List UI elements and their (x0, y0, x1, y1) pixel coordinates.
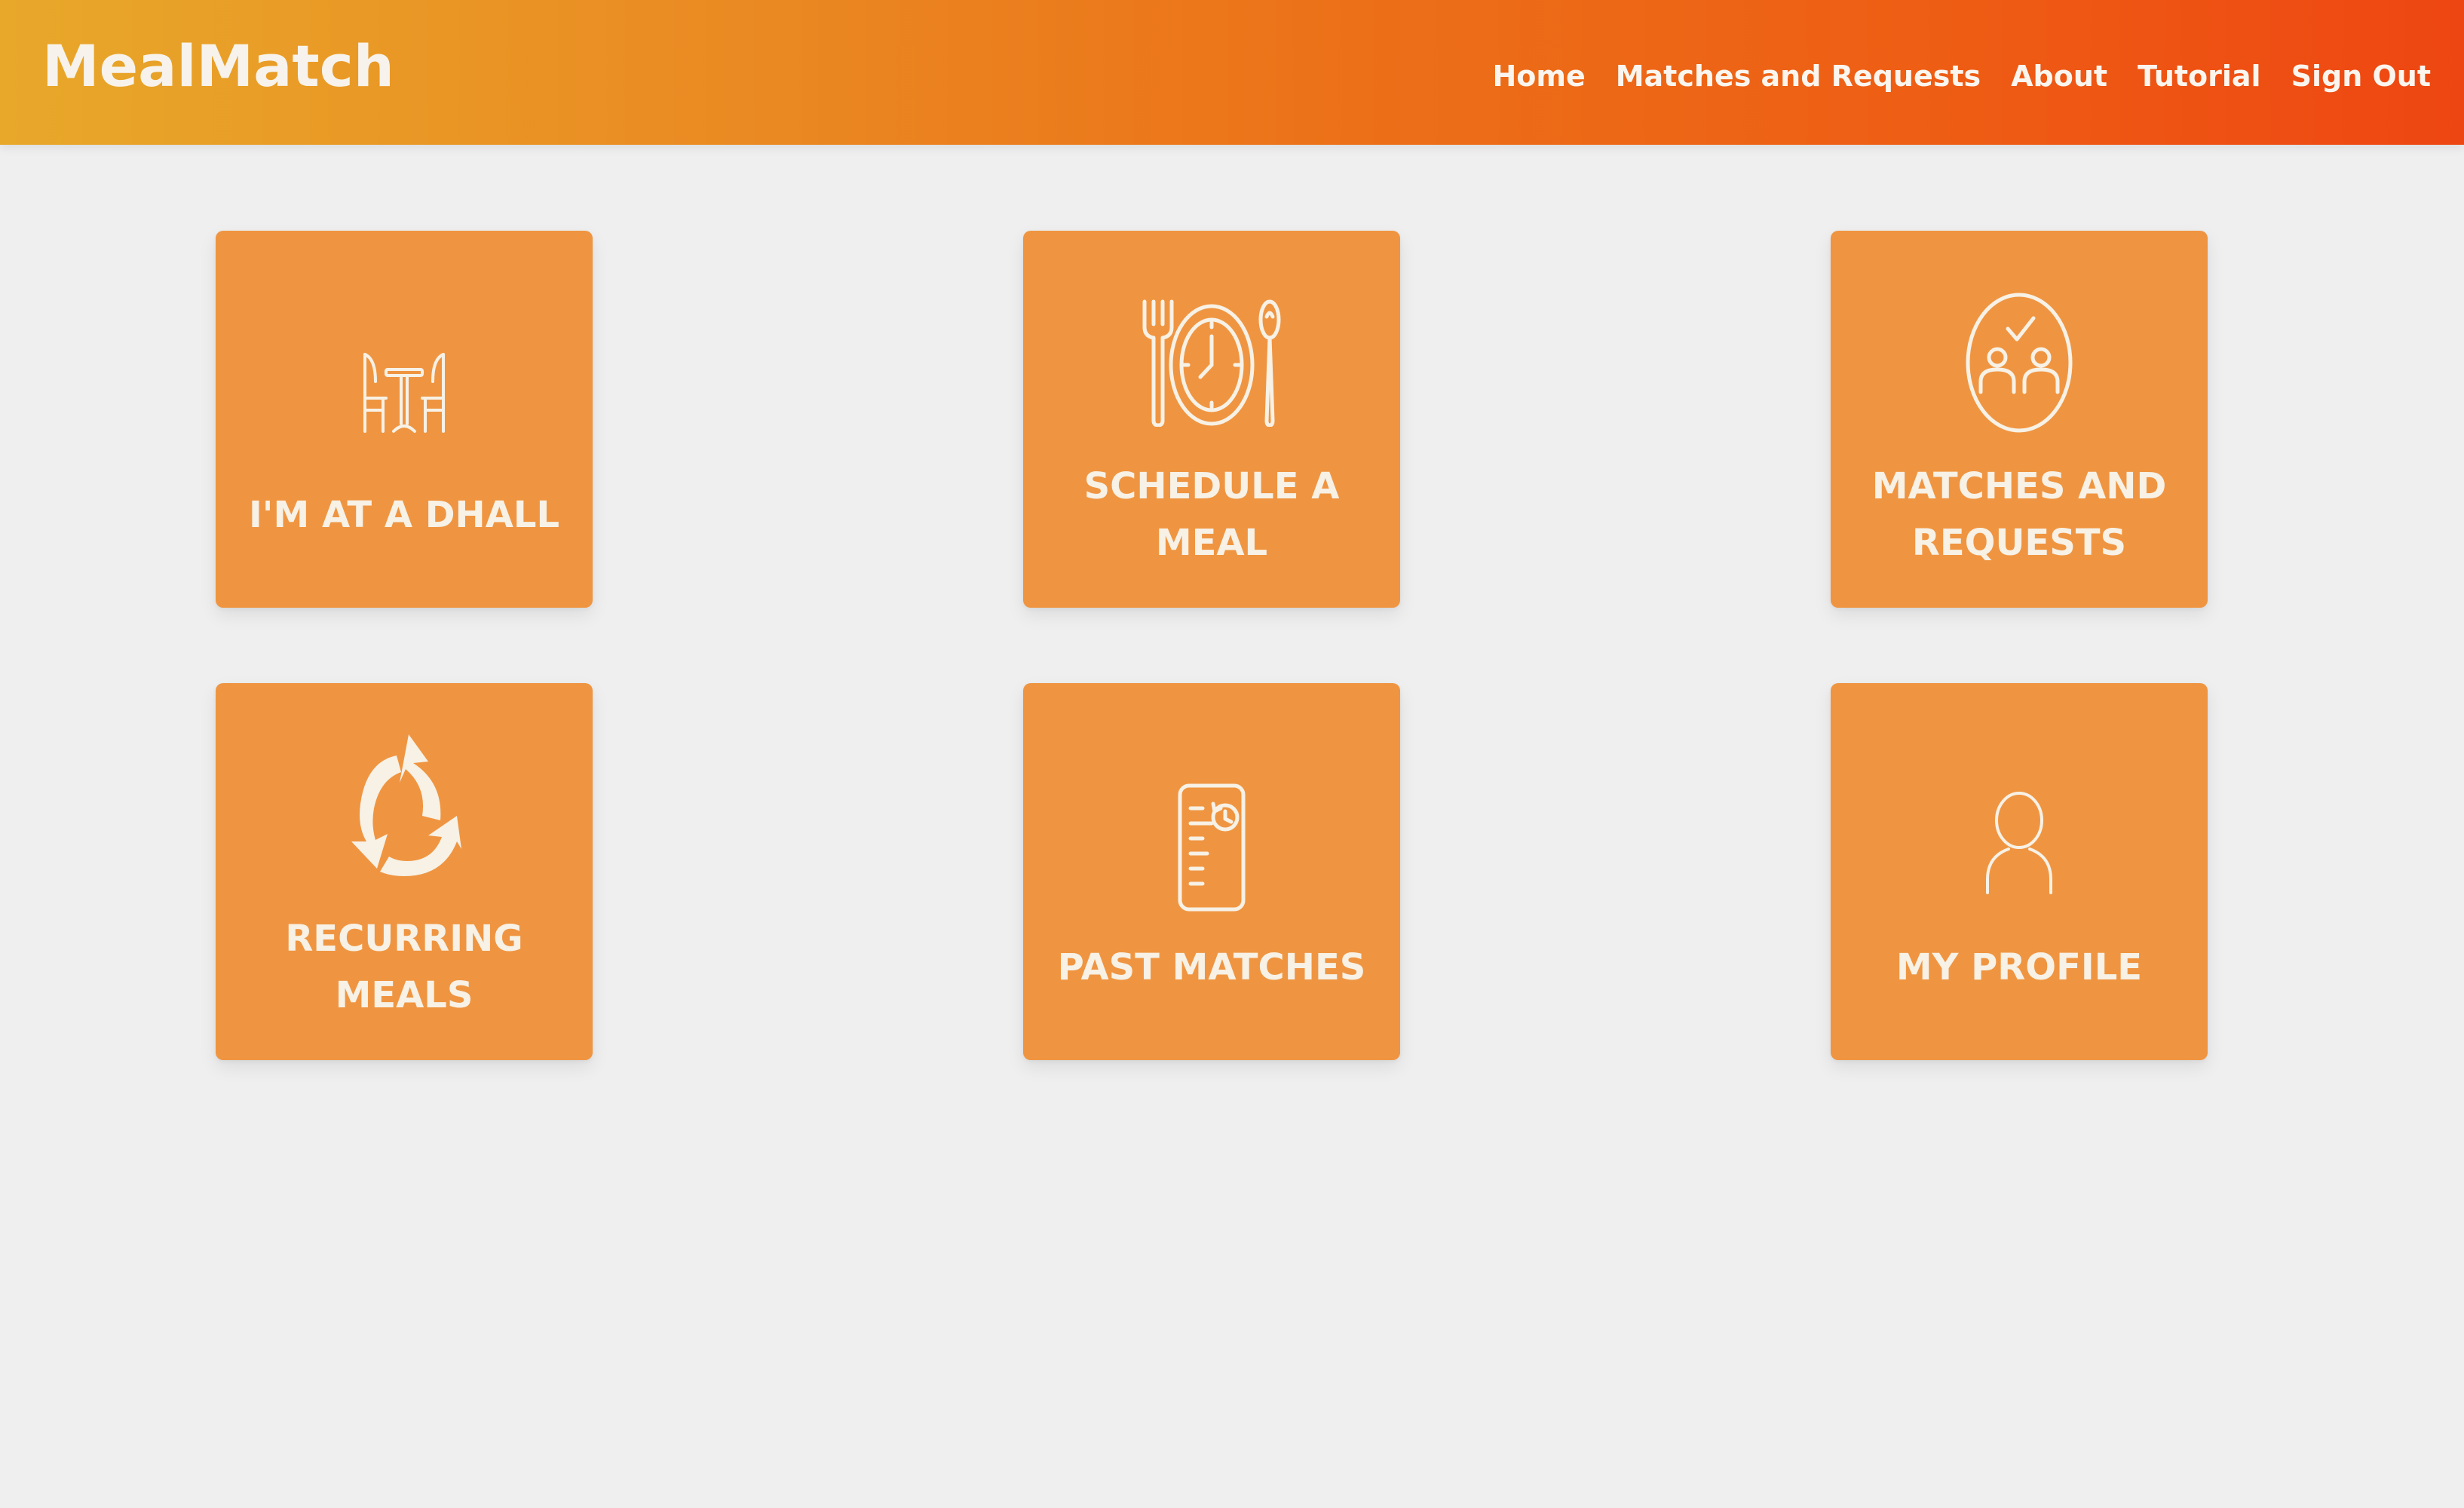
people-check-icon (1831, 291, 2208, 434)
tile-label: RECURRING MEALS (285, 918, 523, 1016)
tile-label: PAST MATCHES (1057, 946, 1366, 988)
tile-past-matches[interactable]: PAST MATCHES (1023, 683, 1400, 1060)
tile-label: MATCHES AND REQUESTS (1871, 465, 2167, 564)
main-nav: Home Matches and Requests About Tutorial… (1492, 62, 2431, 90)
nav-sign-out[interactable]: Sign Out (2291, 62, 2431, 90)
nav-matches-and-requests[interactable]: Matches and Requests (1616, 62, 1981, 90)
tile-schedule-a-meal[interactable]: SCHEDULE A MEAL (1023, 231, 1400, 608)
nav-home[interactable]: Home (1492, 62, 1585, 90)
top-navbar: MealMatch Home Matches and Requests Abou… (0, 0, 2464, 145)
recycle-arrows-icon (216, 728, 593, 887)
tile-my-profile[interactable]: MY PROFILE (1831, 683, 2208, 1060)
dining-table-icon (216, 351, 593, 434)
tile-im-at-a-dhall[interactable]: I'M AT A DHALL (216, 231, 593, 608)
tile-label: MY PROFILE (1896, 946, 2143, 988)
tile-recurring-meals[interactable]: RECURRING MEALS (216, 683, 593, 1060)
person-icon (1831, 790, 2208, 896)
brand-logo[interactable]: MealMatch (42, 38, 394, 95)
tile-label: SCHEDULE A MEAL (1083, 465, 1340, 564)
plate-clock-icon (1023, 297, 1400, 427)
nav-about[interactable]: About (2011, 62, 2107, 90)
history-list-icon (1023, 781, 1400, 914)
tile-matches-and-requests[interactable]: MATCHES AND REQUESTS (1831, 231, 2208, 608)
nav-tutorial[interactable]: Tutorial (2138, 62, 2261, 90)
tile-label: I'M AT A DHALL (248, 494, 560, 536)
